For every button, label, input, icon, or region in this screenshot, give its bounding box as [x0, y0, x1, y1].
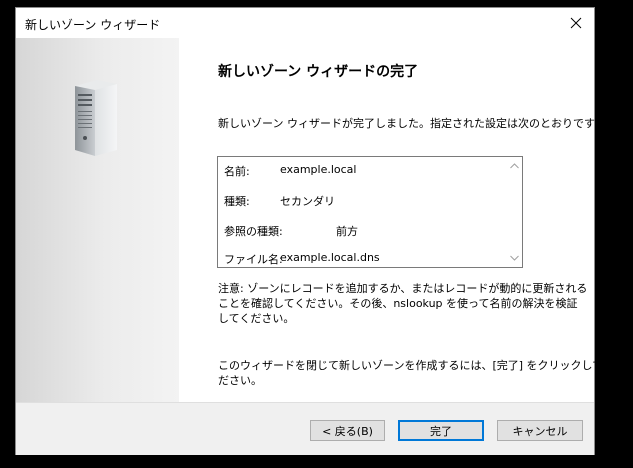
- summary-label: ファイル名:: [224, 253, 283, 266]
- closing-instructions: このウィザードを閉じて新しいゾーンを作成するには、[完了] をクリックしてく だ…: [218, 358, 614, 388]
- summary-value: example.local: [280, 163, 357, 176]
- note-line: してください。: [218, 312, 295, 325]
- intro-text: 新しいゾーン ウィザードが完了しました。指定された設定は次のとおりです:: [218, 117, 599, 130]
- server-icon: [75, 80, 117, 156]
- new-zone-wizard-dialog: 新しいゾーン ウィザード 新しいゾーン ウィザードの完了 新しいゾーン ウィザー…: [15, 7, 614, 455]
- summary-label: 名前:: [224, 165, 250, 178]
- note-line: ことを確認してください。その後、nslookup を使って名前の解決を検証: [218, 297, 578, 310]
- cancel-button[interactable]: キャンセル: [497, 420, 583, 441]
- summary-row-name: 名前: example.local: [224, 163, 356, 179]
- summary-value: セカンダリ: [280, 195, 335, 208]
- title-bar: 新しいゾーン ウィザード: [16, 8, 594, 38]
- summary-label: 種類:: [224, 195, 250, 208]
- summary-value: 前方: [336, 225, 358, 238]
- close-button[interactable]: [558, 8, 594, 38]
- closing-line: ださい。: [218, 374, 262, 387]
- summary-value: example.local.dns: [280, 251, 380, 264]
- summary-row-lookup-type: 参照の種類: 前方: [224, 223, 358, 239]
- wizard-side-panel: [16, 38, 179, 402]
- closing-line: このウィザードを閉じて新しいゾーンを作成するには、[完了] をクリックしてく: [218, 359, 614, 372]
- note-line: 注意: ゾーンにレコードを追加するか、またはレコードが動的に更新される: [218, 282, 588, 295]
- summary-row-type: 種類: セカンダリ: [224, 193, 335, 209]
- button-bar: < 戻る(B) 完了 キャンセル: [16, 402, 594, 455]
- note-text: 注意: ゾーンにレコードを追加するか、またはレコードが動的に更新される ことを確…: [218, 281, 588, 326]
- back-button[interactable]: < 戻る(B): [310, 420, 385, 441]
- finish-button[interactable]: 完了: [398, 420, 484, 441]
- settings-summary-box[interactable]: 名前: example.local 種類: セカンダリ 参照の種類: 前方 ファ…: [217, 156, 523, 268]
- close-icon: [570, 17, 582, 29]
- scroll-up-arrow-icon[interactable]: [510, 163, 519, 169]
- summary-row-file-name: ファイル名: example.local.dns: [224, 251, 380, 267]
- summary-scrollbar[interactable]: [507, 157, 522, 267]
- window-title: 新しいゾーン ウィザード: [25, 18, 161, 32]
- scroll-down-arrow-icon[interactable]: [510, 255, 519, 261]
- summary-label: 参照の種類:: [224, 225, 283, 238]
- page-heading: 新しいゾーン ウィザードの完了: [218, 64, 419, 80]
- wizard-content: 新しいゾーン ウィザードの完了 新しいゾーン ウィザードが完了しました。指定され…: [179, 38, 614, 402]
